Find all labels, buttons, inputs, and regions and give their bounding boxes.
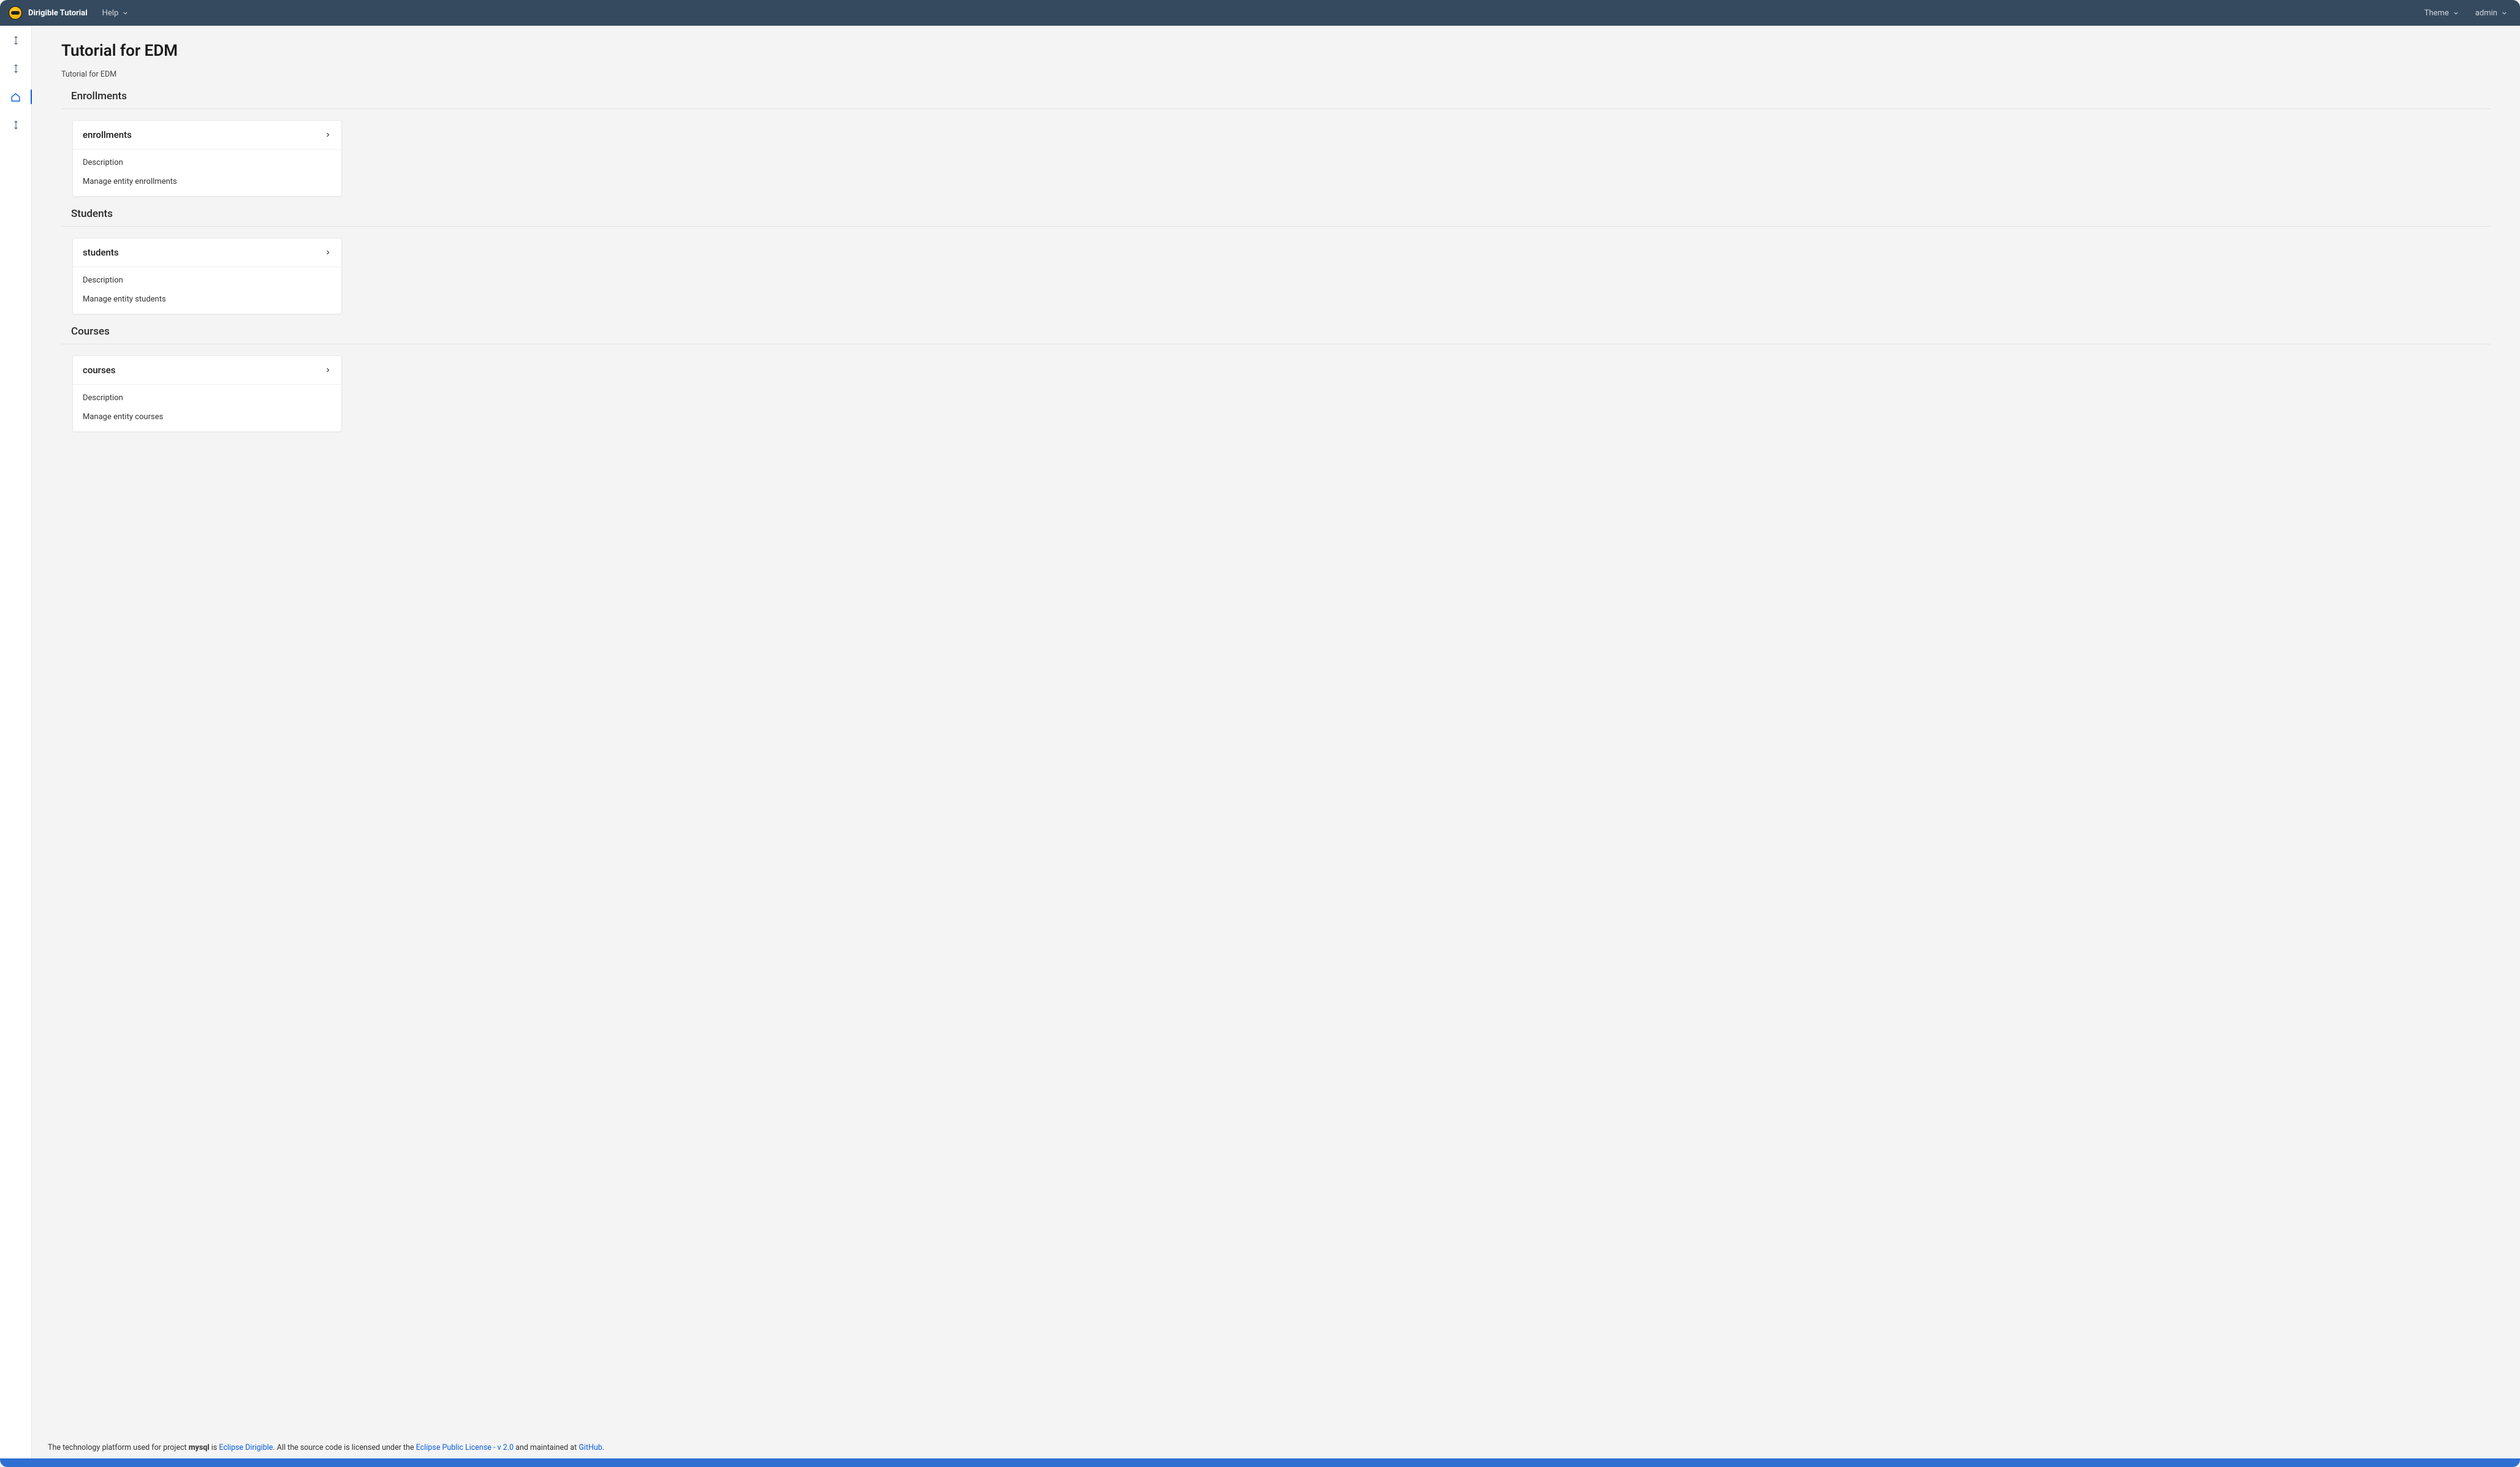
tile-header[interactable]: students: [73, 238, 341, 267]
theme-label: Theme: [2424, 9, 2449, 18]
sidebar-item-home[interactable]: [4, 88, 28, 105]
help-label: Help: [102, 9, 119, 18]
theme-menu[interactable]: Theme: [2421, 9, 2463, 18]
section-title: Enrollments: [61, 90, 2491, 109]
chevron-right-icon: [324, 131, 332, 138]
section-title: Courses: [61, 325, 2491, 344]
chevron-right-icon: [324, 366, 332, 374]
app-brand: Dirigible Tutorial: [28, 9, 88, 18]
tile-title: students: [83, 247, 119, 258]
page-title: Tutorial for EDM: [61, 42, 2491, 60]
main-content: Tutorial for EDM Tutorial for EDM Enroll…: [32, 26, 2520, 1437]
tile-courses: courses Description Manage entity course…: [72, 355, 342, 432]
footer-project: mysql: [189, 1443, 210, 1452]
footer-text-pre: The technology platform used for project: [48, 1443, 189, 1452]
section-courses: Courses courses Description Manage entit…: [61, 325, 2491, 432]
footer-text-mid2: . All the source code is licensed under …: [273, 1443, 416, 1452]
tile-body: Description Manage entity courses: [73, 385, 341, 431]
tile-title: courses: [83, 365, 115, 376]
footer-text-mid3: and maintained at: [514, 1443, 579, 1452]
chevron-right-icon: [324, 249, 332, 256]
footer-text-mid1: is: [210, 1443, 219, 1452]
tile-description-text: Manage entity students: [83, 295, 332, 304]
footer: The technology platform used for project…: [32, 1437, 2520, 1458]
tile-description-text: Manage entity enrollments: [83, 177, 332, 186]
chevron-down-icon: [2501, 10, 2508, 17]
footer-link-dirigible[interactable]: Eclipse Dirigible: [219, 1443, 273, 1452]
footer-text-tail: .: [602, 1443, 604, 1452]
sidebar-item-4[interactable]: [4, 116, 28, 134]
chevron-down-icon: [122, 10, 129, 17]
tile-description-label: Description: [83, 158, 332, 167]
tile-description-label: Description: [83, 276, 332, 285]
footer-link-epl[interactable]: Eclipse Public License - v 2.0: [416, 1443, 514, 1452]
footer-link-github[interactable]: GitHub: [579, 1443, 602, 1452]
breadcrumb: Tutorial for EDM: [61, 70, 2491, 79]
sidebar: [0, 26, 32, 1458]
help-menu[interactable]: Help: [99, 9, 133, 18]
tile-enrollments: enrollments Description Manage entity en…: [72, 120, 342, 197]
user-menu[interactable]: admin: [2472, 9, 2511, 18]
tile-title: enrollments: [83, 129, 132, 140]
sidebar-item-1[interactable]: [4, 32, 28, 49]
tile-header[interactable]: enrollments: [73, 121, 341, 150]
tile-body: Description Manage entity students: [73, 267, 341, 314]
tile-students: students Description Manage entity stude…: [72, 238, 342, 314]
chevron-down-icon: [2453, 10, 2459, 17]
sidebar-item-2[interactable]: [4, 60, 28, 77]
bottom-strip: [0, 1458, 2520, 1467]
tile-description-text: Manage entity courses: [83, 412, 332, 422]
topbar: Dirigible Tutorial Help Theme admin: [0, 0, 2520, 26]
tile-body: Description Manage entity enrollments: [73, 150, 341, 196]
section-title: Students: [61, 208, 2491, 227]
tile-description-label: Description: [83, 393, 332, 403]
section-students: Students students Description Manage ent…: [61, 208, 2491, 314]
app-logo-icon: [9, 6, 22, 20]
section-enrollments: Enrollments enrollments Description Mana…: [61, 90, 2491, 197]
user-label: admin: [2475, 9, 2497, 18]
tile-header[interactable]: courses: [73, 356, 341, 385]
